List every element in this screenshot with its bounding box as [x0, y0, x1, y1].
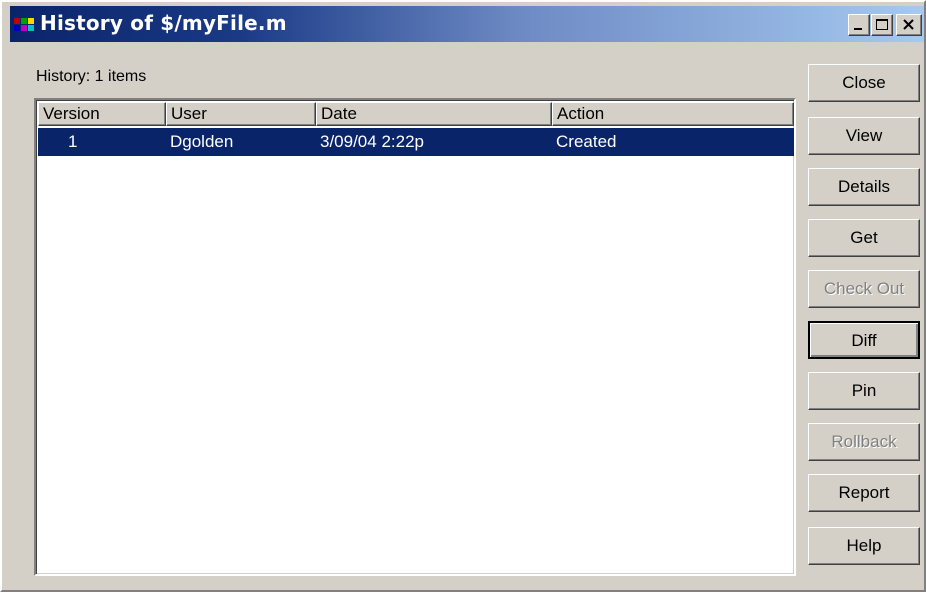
get-button[interactable]: Get	[808, 219, 920, 257]
rollback-button[interactable]: Rollback	[808, 423, 920, 461]
maximize-button[interactable]	[871, 14, 893, 36]
column-header-date[interactable]: Date	[316, 102, 552, 126]
history-list[interactable]: Version User Date Action 1 Dgolden 3/09/…	[34, 98, 796, 576]
view-button[interactable]: View	[808, 117, 920, 155]
cell-user: Dgolden	[170, 132, 234, 151]
check-out-button[interactable]: Check Out	[808, 270, 920, 308]
minimize-button[interactable]	[848, 14, 870, 36]
history-count-label: History: 1 items	[36, 68, 147, 85]
list-header: Version User Date Action	[38, 102, 794, 126]
cell-action: Created	[556, 132, 617, 151]
title-bar[interactable]: History of $/myFile.m	[10, 6, 924, 42]
pin-button[interactable]: Pin	[808, 372, 920, 410]
minimize-icon	[854, 28, 862, 30]
help-button[interactable]: Help	[808, 527, 920, 565]
diff-button[interactable]: Diff	[808, 321, 920, 359]
window-title: History of $/myFile.m	[40, 11, 287, 35]
close-window-button[interactable]	[896, 14, 922, 36]
cell-version: 1	[68, 132, 78, 151]
close-button[interactable]: Close	[808, 64, 920, 102]
sourcesafe-app-icon	[14, 18, 34, 31]
maximize-icon	[876, 19, 888, 30]
cell-date: 3/09/04 2:22p	[320, 132, 424, 151]
report-button[interactable]: Report	[808, 474, 920, 512]
column-header-action[interactable]: Action	[552, 102, 794, 126]
history-dialog: History of $/myFile.m History: 1 items V…	[0, 0, 926, 592]
details-button[interactable]: Details	[808, 168, 920, 206]
close-icon	[903, 19, 914, 30]
column-header-version[interactable]: Version	[38, 102, 166, 126]
column-header-user[interactable]: User	[166, 102, 316, 126]
history-row[interactable]: 1 Dgolden 3/09/04 2:22p Created	[38, 128, 794, 156]
